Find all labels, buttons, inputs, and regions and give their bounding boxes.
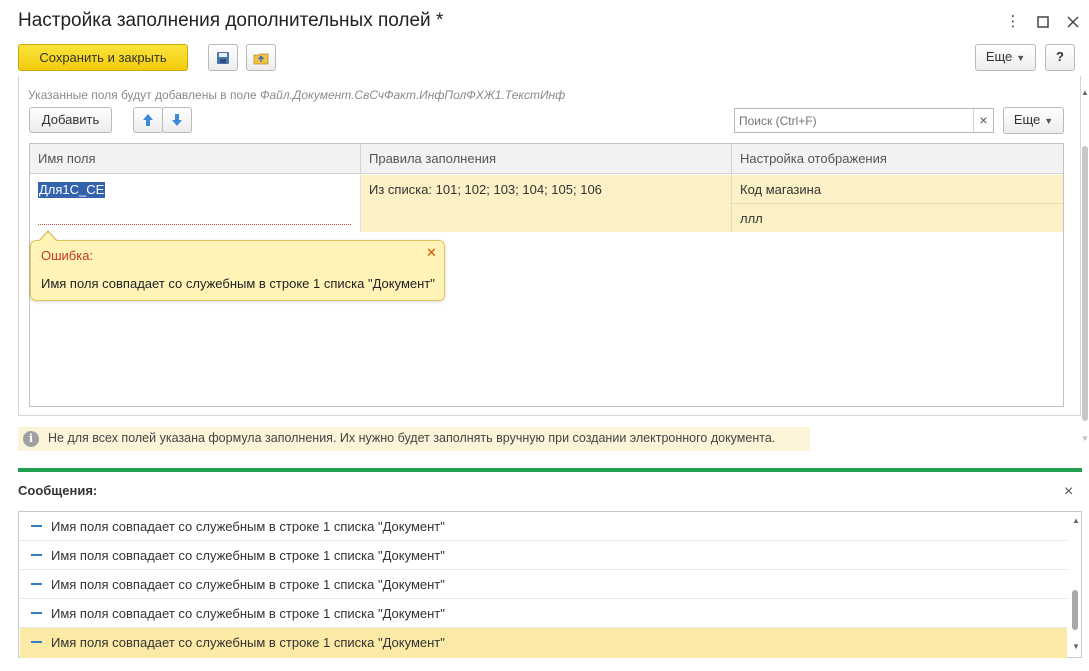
open-file-button[interactable] xyxy=(246,44,276,71)
list-item[interactable]: Имя поля совпадает со служебным в строке… xyxy=(20,599,1067,628)
display-cell-1[interactable]: Код магазина xyxy=(732,175,1063,204)
dash-icon xyxy=(31,554,42,556)
list-item[interactable]: Имя поля совпадает со служебным в строке… xyxy=(20,570,1067,599)
messages-list: Имя поля совпадает со служебным в строке… xyxy=(18,511,1082,658)
display-cell-2[interactable]: ллл xyxy=(732,204,1063,232)
table-row[interactable]: Для1С_СЕ Из списка: 101; 102; 103; 104; … xyxy=(30,175,1063,232)
scroll-up-icon[interactable]: ▲ xyxy=(1072,516,1080,525)
more-button[interactable]: Еще ▼ xyxy=(975,44,1036,71)
scroll-up-icon[interactable]: ▲ xyxy=(1081,88,1089,97)
add-button[interactable]: Добавить xyxy=(29,107,112,133)
search-box: × xyxy=(734,108,994,133)
error-tooltip-title: Ошибка: xyxy=(41,248,94,263)
list-item-selected[interactable]: Имя поля совпадает со служебным в строке… xyxy=(20,628,1067,658)
field-name-error-underline xyxy=(38,224,351,225)
messages-scrollbar[interactable]: ▲ ▼ xyxy=(1069,512,1081,657)
scroll-down-icon[interactable]: ▼ xyxy=(1072,642,1080,651)
field-name-value[interactable]: Для1С_СЕ xyxy=(38,182,106,198)
display-value-1: Код магазина xyxy=(740,182,822,197)
table-header: Имя поля Правила заполнения Настройка от… xyxy=(30,144,1063,174)
notice-text: Не для всех полей указана формула заполн… xyxy=(48,431,776,445)
main-toolbar: Сохранить и закрыть Еще ▼ ? xyxy=(0,42,1089,74)
folder-upload-icon xyxy=(253,53,269,65)
arrow-down-icon xyxy=(172,114,182,126)
display-value-2: ллл xyxy=(740,211,763,226)
message-text: Имя поля совпадает со служебным в строке… xyxy=(51,635,445,650)
column-header-display-settings[interactable]: Настройка отображения xyxy=(732,144,1063,174)
list-item[interactable]: Имя поля совпадает со служебным в строке… xyxy=(20,541,1067,570)
messages-title: Сообщения: xyxy=(18,483,98,498)
main-scrollbar[interactable]: ▲ ▼ xyxy=(1081,76,1089,446)
scrollbar-thumb[interactable] xyxy=(1082,146,1088,421)
scroll-down-icon[interactable]: ▼ xyxy=(1081,434,1089,443)
search-clear-icon[interactable]: × xyxy=(973,109,993,132)
error-tooltip-text: Имя поля совпадает со служебным в строке… xyxy=(41,276,435,291)
field-name-cell[interactable]: Для1С_СЕ xyxy=(30,175,361,232)
column-header-field-name[interactable]: Имя поля xyxy=(30,144,361,174)
more-actions-icon[interactable]: ⋮ xyxy=(1003,12,1023,32)
hint-field-path: Файл.Документ.СвСчФакт.ИнфПолФХЖ1.ТекстИ… xyxy=(259,88,566,102)
scrollbar-thumb[interactable] xyxy=(1072,590,1078,630)
floppy-disk-icon xyxy=(217,52,229,64)
notice-bar: i Не для всех полей указана формула запо… xyxy=(18,427,810,451)
arrow-up-icon xyxy=(143,114,153,126)
messages-divider xyxy=(18,468,1082,472)
chevron-down-icon: ▼ xyxy=(1016,53,1026,63)
table-more-label: Еще xyxy=(1013,112,1041,127)
dash-icon xyxy=(31,641,42,643)
column-header-fill-rules[interactable]: Правила заполнения xyxy=(361,144,732,174)
chevron-down-icon: ▼ xyxy=(1044,116,1054,126)
list-item[interactable]: Имя поля совпадает со служебным в строке… xyxy=(20,512,1067,541)
maximize-icon[interactable] xyxy=(1033,12,1053,32)
dash-icon xyxy=(31,583,42,585)
error-tooltip: Ошибка: ✕ Имя поля совпадает со служебны… xyxy=(30,240,445,301)
fill-rule-cell[interactable]: Из списка: 101; 102; 103; 104; 105; 106 xyxy=(361,175,732,232)
move-up-button[interactable] xyxy=(133,107,163,133)
message-text: Имя поля совпадает со служебным в строке… xyxy=(51,606,445,621)
target-field-hint: Указанные поля будут добавлены в поле Фа… xyxy=(28,88,565,102)
message-text: Имя поля совпадает со служебным в строке… xyxy=(51,577,445,592)
info-icon: i xyxy=(23,431,39,447)
table-more-button[interactable]: Еще ▼ xyxy=(1003,107,1064,134)
help-button[interactable]: ? xyxy=(1045,44,1075,71)
fill-rule-value: Из списка: 101; 102; 103; 104; 105; 106 xyxy=(369,182,602,197)
dash-icon xyxy=(31,612,42,614)
window-title: Настройка заполнения дополнительных поле… xyxy=(18,10,444,31)
more-label: Еще xyxy=(985,49,1013,64)
error-tooltip-close-icon[interactable]: ✕ xyxy=(426,245,437,261)
search-input[interactable] xyxy=(735,109,971,132)
messages-close-icon[interactable]: × xyxy=(1064,483,1073,501)
tooltip-arrow-fill xyxy=(39,232,57,242)
move-down-button[interactable] xyxy=(162,107,192,133)
message-text: Имя поля совпадает со служебным в строке… xyxy=(51,519,445,534)
hint-prefix: Указанные поля будут добавлены в поле xyxy=(28,88,257,102)
title-bar: Настройка заполнения дополнительных поле… xyxy=(0,0,1089,42)
close-icon[interactable] xyxy=(1063,12,1083,32)
save-and-close-button[interactable]: Сохранить и закрыть xyxy=(18,44,188,71)
save-button[interactable] xyxy=(208,44,238,71)
dash-icon xyxy=(31,525,42,527)
message-text: Имя поля совпадает со служебным в строке… xyxy=(51,548,445,563)
